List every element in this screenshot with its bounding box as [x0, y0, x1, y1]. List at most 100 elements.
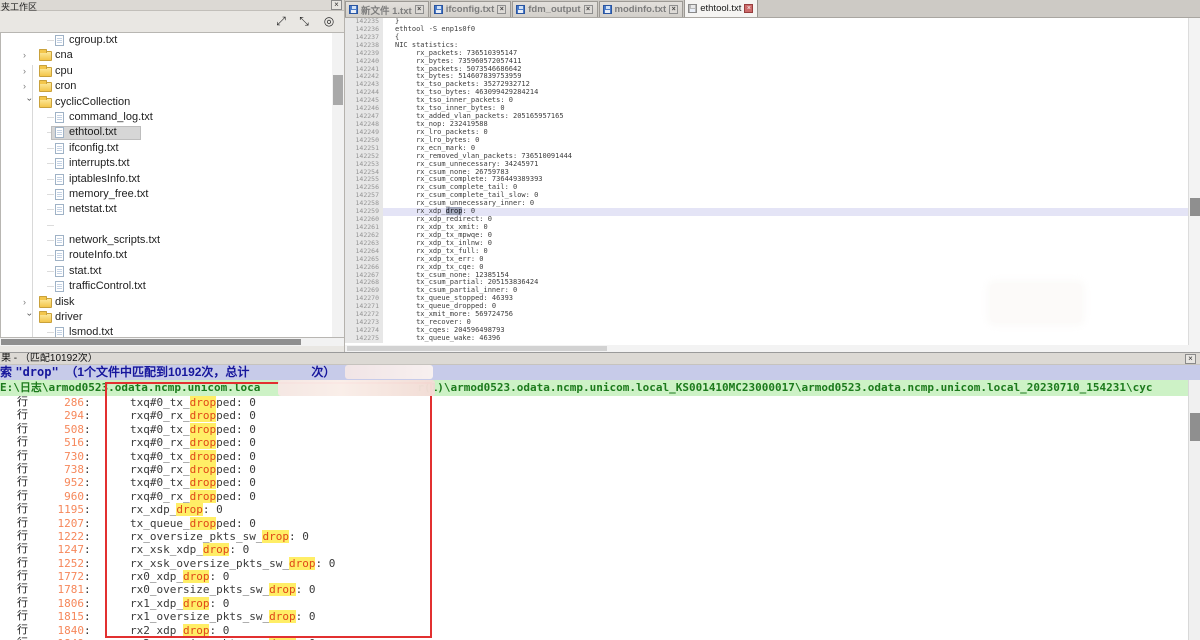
search-summary-row[interactable]: 索 "drop" （1个文件中匹配到10192次，总计次） — [0, 365, 1200, 380]
tree-item-netstat.txt[interactable]: netstat.txt — [1, 202, 344, 217]
result-row[interactable]: 行1195:rx_xdp_drop: 0 — [0, 503, 1188, 516]
tab-close-icon[interactable]: × — [497, 5, 506, 14]
locate-file-icon[interactable]: ◎ — [321, 14, 337, 29]
tree-item-stat.txt[interactable]: stat.txt — [1, 264, 344, 279]
result-colon: : — [84, 436, 91, 449]
tree-item-command_log.txt[interactable]: command_log.txt — [1, 110, 344, 125]
tab-close-icon[interactable]: × — [415, 5, 424, 14]
result-row[interactable]: 行960:rxq#0_rx_dropped: 0 — [0, 490, 1188, 503]
tab--1.txt[interactable]: 新文件 1.txt× — [345, 1, 429, 17]
result-row[interactable]: 行1252:rx_xsk_oversize_pkts_sw_drop: 0 — [0, 557, 1188, 570]
match-highlight: drop — [183, 570, 210, 583]
result-row[interactable]: 行1815:rx1_oversize_pkts_sw_drop: 0 — [0, 610, 1188, 623]
tree-item-disk[interactable]: ›disk — [1, 295, 344, 310]
search-summary-info: （1个文件中匹配到10192次，总计 — [59, 365, 250, 379]
match-highlight: drop — [190, 490, 217, 503]
editor-line-text: tx_cqes: 204596498793 — [383, 326, 505, 334]
tree-item-cpu[interactable]: ›cpu — [1, 64, 344, 79]
result-row[interactable]: 行1247:rx_xsk_xdp_drop: 0 — [0, 543, 1188, 556]
result-row[interactable]: 行1222:rx_oversize_pkts_sw_drop: 0 — [0, 530, 1188, 543]
tree-item-cyclicCollection[interactable]: ›cyclicCollection — [1, 95, 344, 110]
chevron-collapsed-icon[interactable]: › — [23, 64, 33, 79]
tab-modinfo.txt[interactable]: modinfo.txt× — [599, 1, 684, 17]
tree-item-iptablesInfo.txt[interactable]: iptablesInfo.txt — [1, 172, 344, 187]
result-row-label: 行 — [17, 409, 28, 422]
tab-close-icon[interactable]: × — [584, 5, 593, 14]
editor-line-text: tx_nop: 232419588 — [383, 120, 488, 128]
tree-horizontal-scrollbar[interactable] — [0, 338, 345, 346]
match-highlight: drop — [190, 517, 217, 530]
chevron-collapsed-icon[interactable]: › — [23, 295, 33, 310]
tab-close-icon[interactable]: × — [669, 5, 678, 14]
result-row[interactable]: 行1840:rx2_xdp_drop: 0 — [0, 624, 1188, 637]
match-highlight: drop — [269, 583, 296, 596]
saved-floppy-icon — [688, 4, 697, 13]
chevron-collapsed-icon[interactable]: › — [23, 79, 33, 94]
workspace-close-button[interactable]: × — [331, 0, 342, 10]
result-row[interactable]: 行516:rxq#0_rx_dropped: 0 — [0, 436, 1188, 449]
tree-vertical-scrollbar-thumb[interactable] — [333, 75, 343, 105]
results-vertical-scrollbar[interactable] — [1188, 380, 1200, 640]
chevron-expanded-icon[interactable]: › — [22, 98, 37, 108]
tree-item-cron[interactable]: ›cron — [1, 79, 344, 94]
match-highlight: drop — [262, 530, 289, 543]
editor-line-text: } — [383, 18, 399, 25]
result-line-number: 1772 — [38, 570, 84, 583]
tab-close-icon[interactable]: × — [744, 4, 753, 13]
tree-item-label: lsmod.txt — [69, 325, 113, 338]
chevron-expanded-icon[interactable]: › — [22, 313, 37, 323]
result-row[interactable]: 行738:rxq#0_rx_dropped: 0 — [0, 463, 1188, 476]
editor-line-text: rx_lro_bytes: 0 — [383, 136, 479, 144]
match-highlight: drop — [203, 543, 230, 556]
tree-vertical-scrollbar[interactable] — [332, 33, 344, 337]
tree-item-routeInfo.txt[interactable]: routeInfo.txt — [1, 248, 344, 263]
tab-ethtool.txt[interactable]: ethtool.txt× — [684, 0, 758, 17]
editor-vertical-scrollbar-thumb[interactable] — [1190, 198, 1200, 216]
tree-horizontal-scrollbar-thumb[interactable] — [1, 339, 301, 345]
expand-all-icon[interactable]: ⤢ — [273, 14, 289, 29]
tab-fdm_output[interactable]: fdm_output× — [512, 1, 597, 17]
tree-item-cgroup.txt[interactable]: cgroup.txt — [1, 33, 344, 48]
result-row[interactable]: 行1207:tx_queue_dropped: 0 — [0, 517, 1188, 530]
match-highlight: drop — [269, 610, 296, 623]
editor-horizontal-scrollbar-thumb[interactable] — [347, 346, 607, 351]
match-highlight: drop — [190, 476, 217, 489]
result-row[interactable]: 行286:txq#0_tx_dropped: 0 — [0, 396, 1188, 409]
result-line-number: 1222 — [38, 530, 84, 543]
result-text: rx2_xdp_drop: 0 — [130, 624, 229, 637]
result-row[interactable]: 行1772:rx0_xdp_drop: 0 — [0, 570, 1188, 583]
editor-vertical-scrollbar[interactable] — [1188, 18, 1200, 345]
results-vertical-scrollbar-thumb[interactable] — [1190, 413, 1200, 441]
tree-item-cna[interactable]: ›cna — [1, 48, 344, 63]
editor-line-text: rx_xdp_tx_xmit: 0 — [383, 223, 488, 231]
result-row[interactable]: 行1781:rx0_oversize_pkts_sw_drop: 0 — [0, 583, 1188, 596]
tree-item-ethtool.txt[interactable]: ethtool.txt — [1, 125, 344, 140]
result-row[interactable]: 行508:txq#0_tx_dropped: 0 — [0, 423, 1188, 436]
workspace-toolbar: ⤢ ⤡ ◎ — [0, 11, 345, 32]
collapse-all-icon[interactable]: ⤡ — [296, 14, 312, 29]
tree-item-network_scripts.txt[interactable]: network_scripts.txt — [1, 233, 344, 248]
tree-item-lsmod.txt[interactable]: lsmod.txt — [1, 325, 344, 338]
editor-horizontal-scrollbar[interactable] — [345, 345, 1200, 352]
tree-item-driver[interactable]: ›driver — [1, 310, 344, 325]
result-row[interactable]: 行952:txq#0_tx_dropped: 0 — [0, 476, 1188, 489]
result-row[interactable]: 行294:rxq#0_rx_dropped: 0 — [0, 409, 1188, 422]
folder-icon — [39, 51, 52, 61]
tree-item-trafficControl.txt[interactable]: trafficControl.txt — [1, 279, 344, 294]
editor-line-text: rx_xdp_tx_err: 0 — [383, 255, 484, 263]
tree-item-interrupts.txt[interactable]: interrupts.txt — [1, 156, 344, 171]
chevron-collapsed-icon[interactable]: › — [23, 48, 33, 63]
result-file-path-row[interactable]: E:\日志\armod0523.odata.ncmp.unicom.locar(… — [0, 380, 1200, 396]
tree-item-memory_free.txt[interactable]: memory_free.txt — [1, 187, 344, 202]
result-text: rx1_oversize_pkts_sw_drop: 0 — [130, 610, 315, 623]
file-icon — [55, 189, 64, 200]
application-window: 夹工作区 × ⤢ ⤡ ◎ cgroup.txt›cna›cpu›cron›cyc… — [0, 0, 1200, 640]
tab-ifconfig.txt[interactable]: ifconfig.txt× — [430, 1, 512, 17]
results-close-button[interactable]: × — [1185, 354, 1196, 364]
match-highlight: drop — [176, 503, 203, 516]
result-row[interactable]: 行1806:rx1_xdp_drop: 0 — [0, 597, 1188, 610]
result-colon: : — [84, 517, 91, 530]
editor-line: 142275 tx_queue_wake: 46396 — [345, 335, 1188, 343]
tree-item-ifconfig.txt[interactable]: ifconfig.txt — [1, 141, 344, 156]
result-row[interactable]: 行730:txq#0_tx_dropped: 0 — [0, 450, 1188, 463]
